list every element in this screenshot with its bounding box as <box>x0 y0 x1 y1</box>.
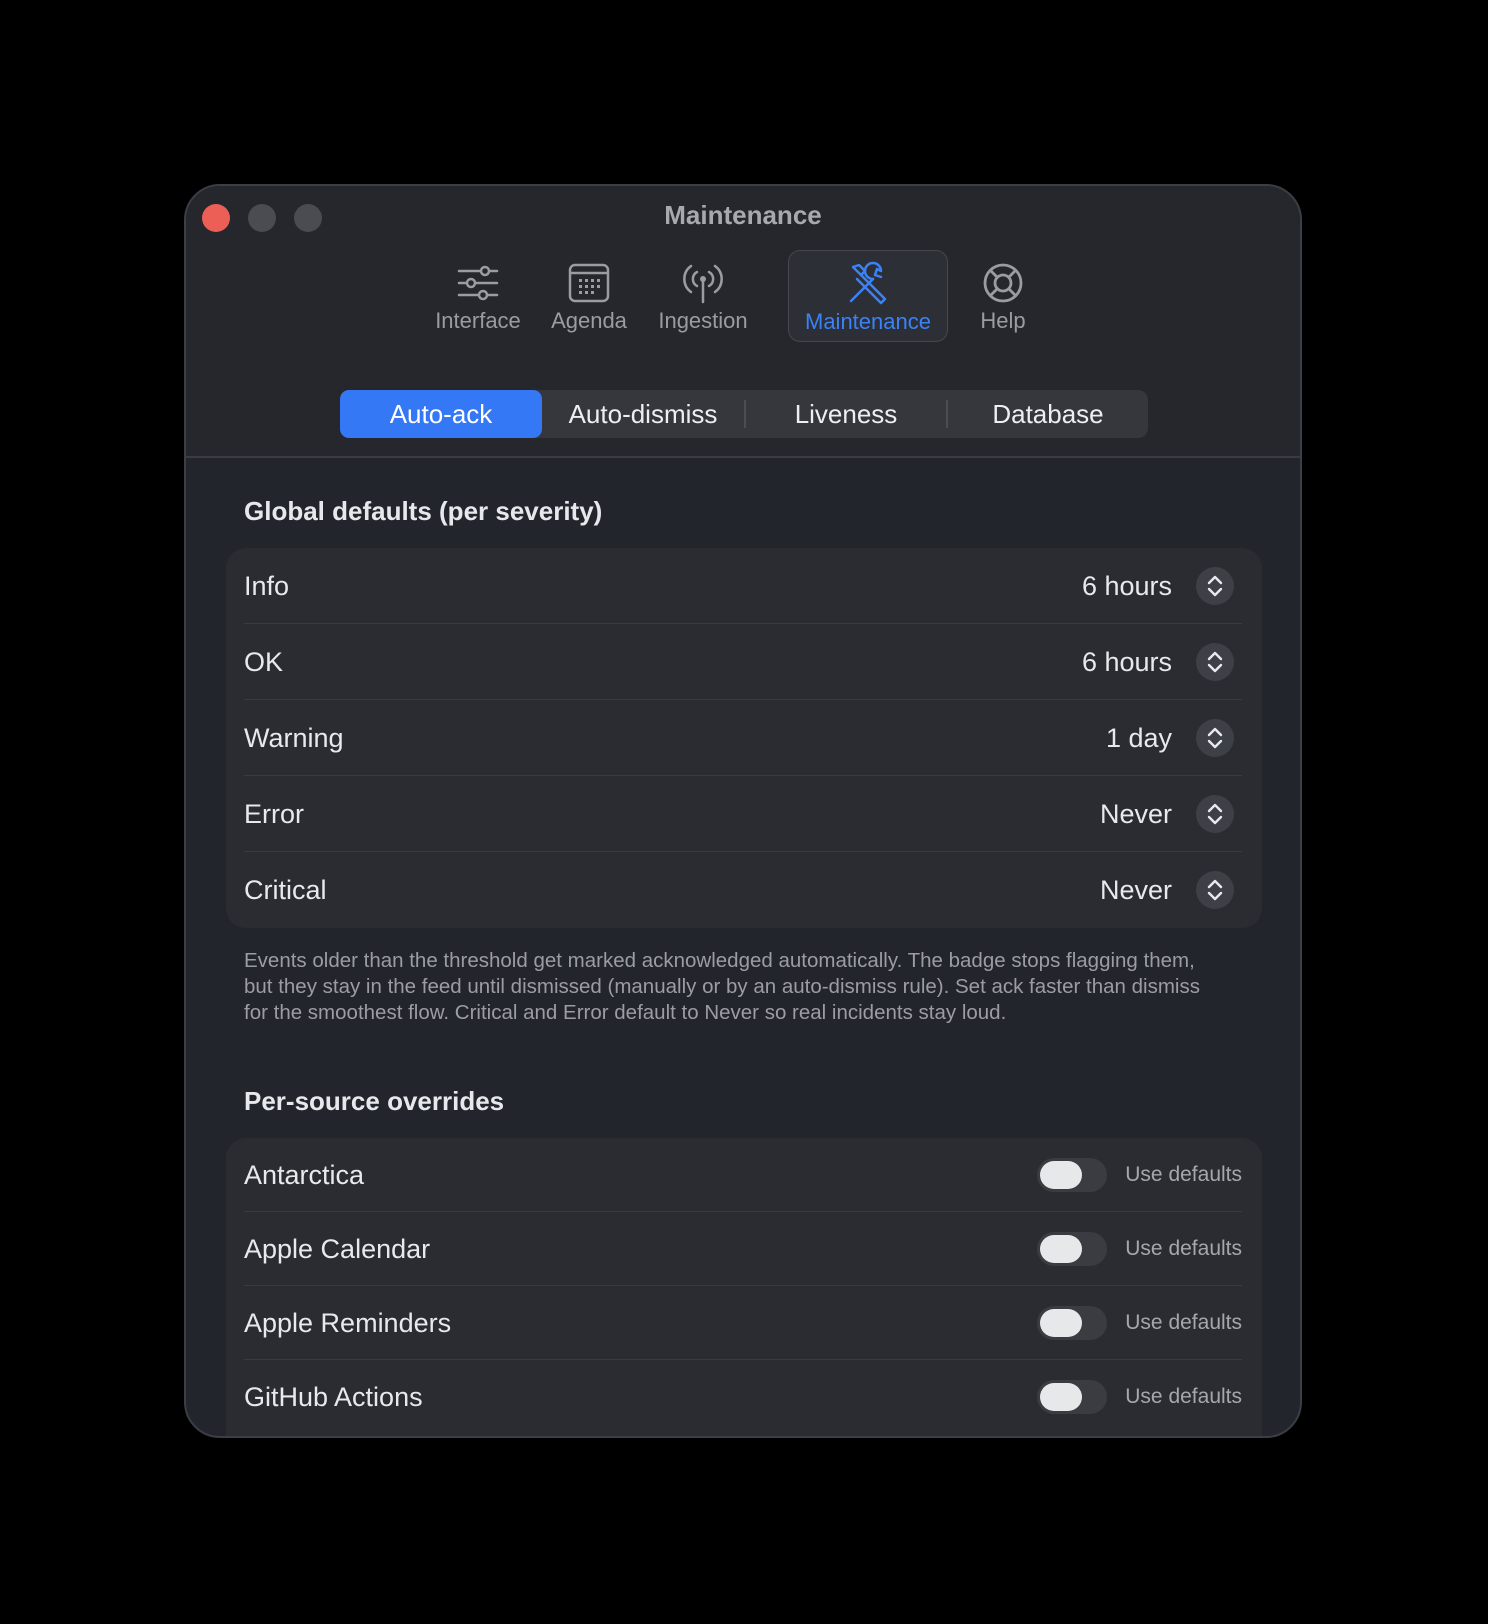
severity-row-warning: Warning 1 day <box>244 700 1242 776</box>
per-source-overrides-title: Per-source overrides <box>244 1086 505 1116</box>
toggle-label: Use defaults <box>1125 1163 1242 1186</box>
settings-window: Maintenance Interface Agenda Ingestion M… <box>184 184 1302 1438</box>
tab-segmented-control: Auto-ack Auto-dismiss Liveness Database <box>340 390 1148 438</box>
toggle-label: Use defaults <box>1125 1311 1242 1334</box>
toolbar-item-help[interactable]: Help <box>968 250 1038 342</box>
global-defaults-group: Info 6 hours OK 6 hours Warning 1 day Er… <box>226 548 1262 928</box>
titlebar: Maintenance Interface Agenda Ingestion M… <box>186 186 1300 458</box>
source-row-antarctica: Antarctica Use defaults <box>244 1138 1242 1212</box>
source-row-apple-calendar: Apple Calendar Use defaults <box>244 1212 1242 1286</box>
severity-name: Error <box>244 799 304 829</box>
source-row-apple-reminders: Apple Reminders Use defaults <box>244 1286 1242 1360</box>
toggle-knob <box>1040 1309 1082 1337</box>
tools-icon <box>849 261 887 305</box>
source-name: Apple Reminders <box>244 1308 452 1338</box>
toolbar-item-label: Help <box>980 308 1026 333</box>
toggle-label: Use defaults <box>1125 1385 1242 1408</box>
tab-auto-dismiss[interactable]: Auto-dismiss <box>542 390 744 438</box>
sliders-icon <box>457 265 499 301</box>
stepper-chevrons-icon[interactable] <box>1196 643 1234 681</box>
use-defaults-toggle[interactable] <box>1037 1232 1107 1266</box>
source-name: GitHub Actions <box>244 1382 423 1412</box>
severity-name: Warning <box>244 723 344 753</box>
stepper-chevrons-icon[interactable] <box>1196 871 1234 909</box>
global-defaults-title: Global defaults (per severity) <box>244 496 603 526</box>
severity-row-info: Info 6 hours <box>244 548 1242 624</box>
toolbar-item-label: Ingestion <box>658 308 748 333</box>
toolbar: Interface Agenda Ingestion Maintenance H… <box>186 250 1300 342</box>
severity-name: Info <box>244 571 290 601</box>
toolbar-item-agenda[interactable]: Agenda <box>542 250 636 342</box>
tab-database[interactable]: Database <box>948 390 1148 438</box>
stepper-chevrons-icon[interactable] <box>1196 567 1234 605</box>
severity-row-error: Error Never <box>244 776 1242 852</box>
use-defaults-toggle[interactable] <box>1037 1306 1107 1340</box>
use-defaults-toggle[interactable] <box>1037 1380 1107 1414</box>
window-title: Maintenance <box>664 200 822 230</box>
per-source-overrides-group: Antarctica Use defaults Apple Calendar U… <box>226 1138 1262 1436</box>
calendar-icon <box>568 263 610 303</box>
severity-value[interactable]: Never <box>1100 852 1172 928</box>
severity-value[interactable]: Never <box>1100 776 1172 852</box>
source-name: Apple Calendar <box>244 1234 431 1264</box>
severity-name: Critical <box>244 875 327 905</box>
tab-auto-ack[interactable]: Auto-ack <box>340 390 542 438</box>
severity-value[interactable]: 6 hours <box>1082 624 1172 700</box>
toolbar-item-interface[interactable]: Interface <box>426 250 530 342</box>
source-row-github-actions: GitHub Actions Use defaults <box>244 1360 1242 1434</box>
toggle-knob <box>1040 1235 1082 1263</box>
source-name: Antarctica <box>244 1160 365 1190</box>
toolbar-item-label: Maintenance <box>805 309 931 334</box>
toolbar-item-ingestion[interactable]: Ingestion <box>648 250 758 342</box>
auto-ack-description: Events older than the threshold get mark… <box>244 949 1200 1024</box>
use-defaults-toggle[interactable] <box>1037 1158 1107 1192</box>
lifebuoy-icon <box>983 263 1023 303</box>
toggle-label: Use defaults <box>1125 1237 1242 1260</box>
severity-row-ok: OK 6 hours <box>244 624 1242 700</box>
severity-name: OK <box>244 647 284 677</box>
toggle-knob <box>1040 1161 1082 1189</box>
severity-value[interactable]: 6 hours <box>1082 548 1172 624</box>
toolbar-item-label: Agenda <box>551 308 627 333</box>
toolbar-item-maintenance[interactable]: Maintenance <box>788 250 948 342</box>
antenna-icon <box>683 264 723 304</box>
toolbar-item-label: Interface <box>435 308 521 333</box>
stepper-chevrons-icon[interactable] <box>1196 719 1234 757</box>
severity-row-critical: Critical Never <box>244 852 1242 928</box>
severity-value[interactable]: 1 day <box>1106 700 1172 776</box>
toggle-knob <box>1040 1383 1082 1411</box>
stepper-chevrons-icon[interactable] <box>1196 795 1234 833</box>
tab-liveness[interactable]: Liveness <box>746 390 946 438</box>
